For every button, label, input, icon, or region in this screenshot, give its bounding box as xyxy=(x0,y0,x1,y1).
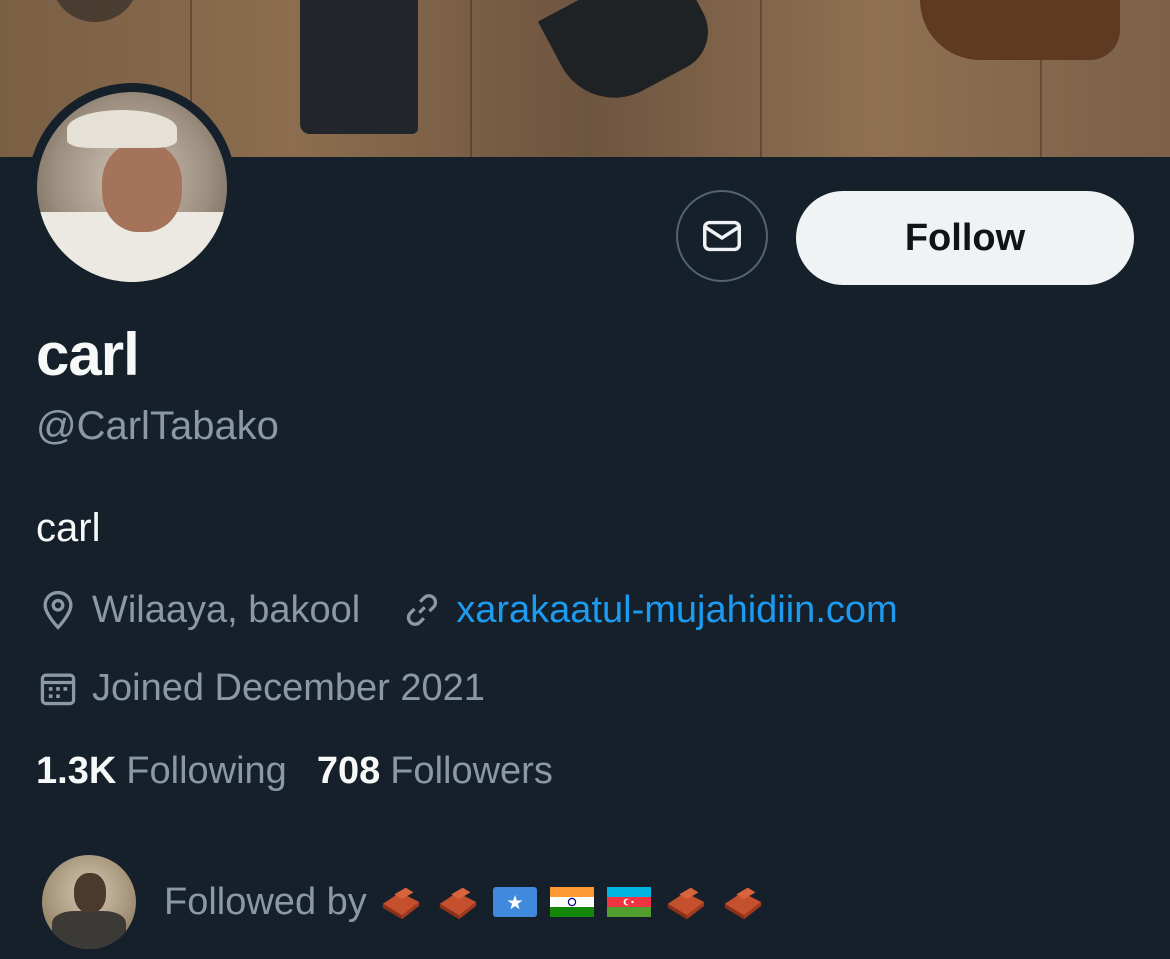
brick-emoji-icon xyxy=(436,880,480,924)
link-icon xyxy=(407,594,438,626)
india-flag-icon xyxy=(549,880,594,924)
location-text: Wilaaya, bakool xyxy=(92,588,361,631)
somalia-flag-icon xyxy=(492,880,537,924)
display-name: carl xyxy=(36,321,140,388)
avatar-detail xyxy=(102,142,182,232)
location-pin-icon xyxy=(43,590,73,630)
banner-object xyxy=(920,0,1120,60)
user-handle: @CarlTabako xyxy=(36,404,279,448)
user-bio: carl xyxy=(36,506,101,550)
avatar-detail xyxy=(67,110,177,148)
avatar[interactable] xyxy=(37,92,227,282)
following-label: Following xyxy=(126,750,287,792)
follower-name-emojis xyxy=(379,880,778,924)
calendar-icon xyxy=(40,673,76,706)
follower-avatar xyxy=(42,855,136,949)
following-count: 1.3K xyxy=(36,750,117,792)
banner-plank xyxy=(470,0,472,157)
following-link[interactable]: 1.3K Following xyxy=(36,750,287,793)
followed-by-label: Followed by xyxy=(164,880,367,923)
profile-meta-location-row: Wilaaya, bakool xarakaatul-mujahidiin.co… xyxy=(36,588,898,632)
profile-page: Follow carl @CarlTabako carl Wilaaya, ba… xyxy=(0,0,1170,959)
brick-emoji-icon xyxy=(379,880,423,924)
banner-object xyxy=(300,0,418,134)
brick-emoji-icon xyxy=(721,880,765,924)
profile-meta-joined-row: Joined December 2021 xyxy=(36,666,485,710)
joined-date: Joined December 2021 xyxy=(92,666,485,709)
follow-button[interactable]: Follow xyxy=(796,191,1134,285)
followers-count: 708 xyxy=(316,750,381,792)
avatar-detail xyxy=(52,911,126,949)
follow-stats: 1.3K Following 708 Followers xyxy=(36,750,553,793)
avatar-detail xyxy=(74,873,106,913)
brick-emoji-icon xyxy=(664,880,708,924)
envelope-icon xyxy=(703,220,741,252)
followers-link[interactable]: 708 Followers xyxy=(317,750,553,793)
followers-label: Followers xyxy=(390,750,553,792)
message-button[interactable] xyxy=(676,190,768,282)
azerbaijan-flag-icon xyxy=(606,880,651,924)
banner-plank xyxy=(760,0,762,157)
website-link[interactable]: xarakaatul-mujahidiin.com xyxy=(456,589,897,632)
followed-by-row[interactable]: Followed by xyxy=(42,855,778,949)
banner-back-button-shadow xyxy=(52,0,138,22)
banner-object xyxy=(537,0,723,119)
